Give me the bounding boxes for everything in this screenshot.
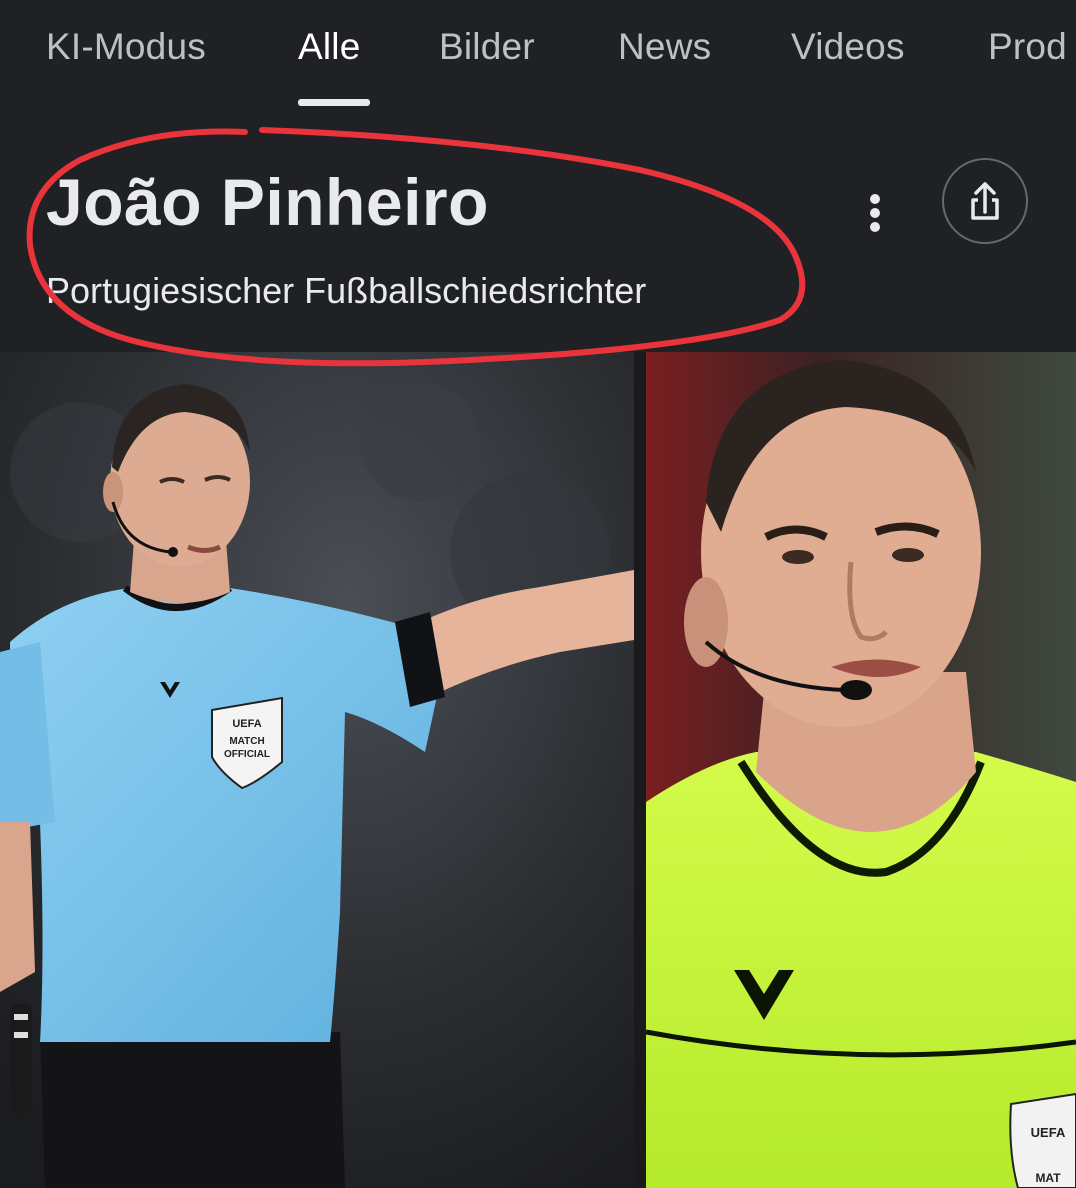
search-tab-bar: KI-Modus Alle Bilder News Videos Prod [0, 0, 1076, 120]
knowledge-panel-header: João Pinheiro Portugiesischer Fußballsch… [0, 120, 1076, 352]
search-results-page: KI-Modus Alle Bilder News Videos Prod Jo… [0, 0, 1076, 1188]
active-tab-indicator [298, 99, 370, 106]
share-button[interactable] [942, 158, 1028, 244]
tab-bilder[interactable]: Bilder [439, 26, 535, 68]
share-icon [971, 182, 999, 220]
tab-produkte[interactable]: Prod [988, 26, 1067, 68]
tab-alle[interactable]: Alle [298, 26, 361, 68]
more-options-button[interactable] [852, 182, 898, 238]
tab-news[interactable]: News [618, 26, 711, 68]
image-carousel: UEFA MATCH OFFICIAL UEFA MAT [0, 352, 1076, 1188]
badge-official-text: OFFICIAL [224, 749, 270, 760]
entity-title: João Pinheiro [46, 165, 489, 239]
referee-photo-blue[interactable]: UEFA MATCH OFFICIAL [0, 352, 634, 1188]
badge-uefa-text-right: UEFA [1031, 1125, 1066, 1140]
tab-ki-modus[interactable]: KI-Modus [46, 26, 206, 68]
badge-match-text-right: MAT [1035, 1171, 1061, 1185]
tab-videos[interactable]: Videos [791, 26, 905, 68]
badge-uefa-text: UEFA [232, 718, 261, 730]
referee-photo-green[interactable]: UEFA MAT [646, 352, 1076, 1188]
badge-match-text: MATCH [229, 736, 264, 747]
entity-subtitle: Portugiesischer Fußballschiedsrichter [46, 270, 647, 311]
